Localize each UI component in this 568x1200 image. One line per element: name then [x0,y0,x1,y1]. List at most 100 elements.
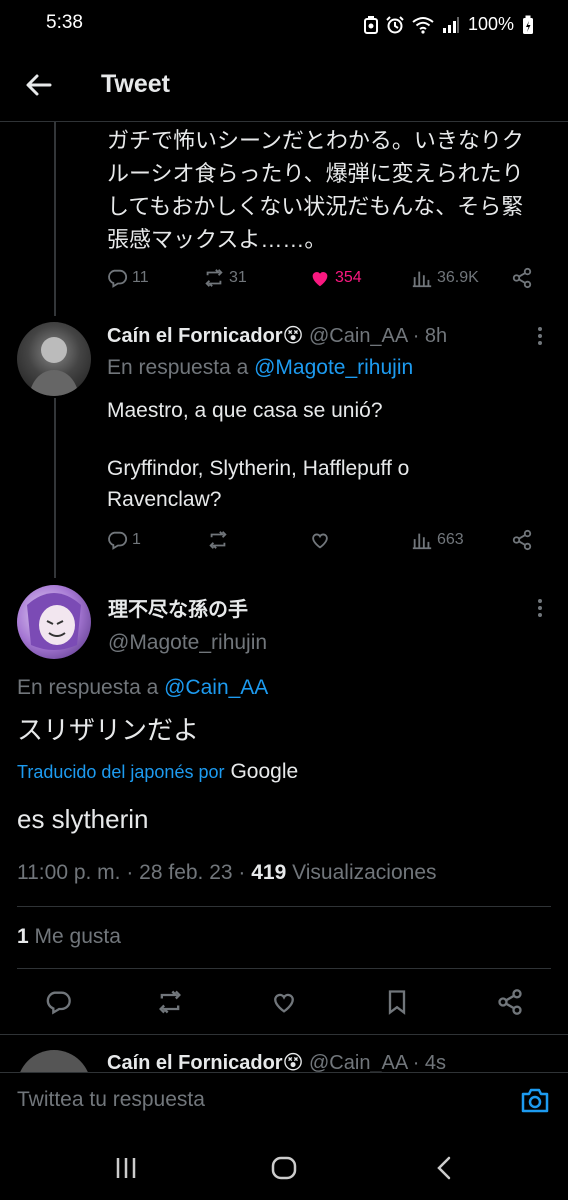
likes-summary[interactable]: 1 Me gusta [17,925,121,949]
share-icon [512,529,532,551]
back-button[interactable] [24,70,54,100]
views-button[interactable]: 663 [411,529,464,551]
reply-count: 1 [132,531,141,548]
status-bar: 5:38 100% [0,0,568,46]
battery-percent: 100% [468,14,515,34]
recents-button[interactable] [114,1156,138,1180]
share-button[interactable] [511,529,533,551]
prev-tweet-line: ガチで怖いシーンだとわかる。いきなりク [107,128,524,153]
in-reply-prefix: En respuesta a [107,356,249,379]
prev-tweet-text: ガチで怖いシーンだとわかる。いきなりク ルーシオ食らったり、爆弾に変えられたり … [107,124,557,256]
reply-bar: Twittea tu respuesta [0,1078,568,1124]
translation-credit[interactable]: Traducido del japonés por Google [17,760,298,784]
camera-button[interactable] [520,1086,550,1114]
tweet-text: Ravenclaw? [107,488,222,511]
reply-icon [108,531,128,550]
heart-outline-icon [312,533,328,549]
prev-tweet-line: してもおかしくない状況だもんな、そら緊 [107,194,524,219]
bar-chart-icon [412,533,432,550]
home-button[interactable] [271,1155,297,1181]
author-name[interactable]: Caín el Fornicador😵 [107,325,303,347]
header-divider [0,121,568,122]
more-options-button[interactable] [537,596,543,620]
signal-icon [443,16,459,33]
translation-label: Traducido del japonés por [17,762,225,782]
avatar [17,1050,91,1072]
retweet-count: 31 [229,269,247,286]
tweet-time: · 8h [412,325,448,347]
tweet-author-row: Caín el Fornicador😵 @Cain_AA · 4s [107,1050,446,1072]
camera-icon [521,1088,549,1113]
avatar[interactable] [17,322,91,396]
share-button[interactable] [496,988,524,1016]
likes-label: Me gusta [28,925,121,948]
retweet-button[interactable] [156,988,184,1016]
tweet-text: スリザリンだよ [17,715,200,745]
in-reply-prefix: En respuesta a [17,676,159,699]
avatar[interactable] [17,585,91,659]
avatar-figure-icon [29,337,79,396]
like-button[interactable] [309,529,331,551]
in-reply-handle-link[interactable]: @Cain_AA [164,676,268,699]
translated-text: es slytherin [17,804,149,834]
author-name: Caín el Fornicador😵 [107,1052,304,1072]
next-tweet-peek[interactable]: Caín el Fornicador😵 @Cain_AA · 4s [0,1036,568,1072]
retweet-button[interactable]: 31 [203,267,247,289]
reply-icon [46,991,71,1015]
back-nav-button[interactable] [434,1155,454,1181]
views-count: 663 [437,531,464,548]
heart-outline-icon [274,993,294,1013]
tweet-author-row: Caín el Fornicador😵 @Cain_AA · 8h [107,323,447,348]
divider [17,968,551,969]
divider [0,1034,568,1035]
bar-chart-icon [412,271,432,288]
author-handle[interactable]: @Magote_rihujin [108,631,267,655]
reply-input[interactable]: Twittea tu respuesta [17,1088,205,1112]
likes-count: 1 [17,925,29,948]
views-count: 36.9K [437,269,479,286]
reply-button[interactable]: 11 [106,267,149,289]
bookmark-button[interactable] [383,988,411,1016]
share-icon [512,267,532,289]
prev-tweet-line: ルーシオ食らったり、爆弾に変えられたり [107,161,524,186]
share-icon [498,989,522,1015]
author-name[interactable]: 理不尽な孫の手 [108,593,248,622]
battery-saver-icon [364,15,378,34]
chevron-left-icon [437,1156,451,1180]
retweet-icon [209,531,227,549]
page-title: Tweet [101,70,170,98]
arrow-left-icon [26,74,52,96]
tweet-meta: 11:00 p. m. · 28 feb. 23 · 419 Visualiza… [17,861,437,885]
like-button[interactable] [270,988,298,1016]
reply-icon [108,269,128,288]
avatar-character-icon [27,593,81,650]
like-count: 354 [335,269,362,286]
in-reply-handle-link[interactable]: @Magote_rihujin [254,356,413,379]
reply-button[interactable]: 1 [106,529,141,551]
views-count[interactable]: 419 [251,861,286,884]
like-button[interactable]: 354 [309,267,362,289]
tweet-text: Maestro, a que casa se unió? [107,399,383,422]
share-button[interactable] [511,267,533,289]
more-options-button[interactable] [537,324,543,348]
status-time: 5:38 [46,12,83,33]
tweet-timestamp: 11:00 p. m. · 28 feb. 23 · [17,861,252,884]
author-handle[interactable]: @Cain_AA [309,325,407,347]
thread-line [54,122,56,316]
heart-filled-icon [312,272,328,287]
in-reply-to: En respuesta a @Magote_rihujin [107,356,413,380]
views-button[interactable]: 36.9K [411,267,479,289]
reply-count: 11 [132,269,149,286]
retweet-button[interactable] [207,529,229,551]
status-icons: 100% [364,14,534,35]
divider [17,906,551,907]
author-handle: @Cain_AA · 4s [309,1052,447,1072]
thread-line [54,398,56,578]
google-logo: Google [230,760,299,783]
prev-tweet-line: 張感マックスよ……。 [107,227,327,252]
system-nav-bar [0,1140,568,1200]
views-label[interactable]: Visualizaciones [286,861,436,884]
recents-icon [116,1158,136,1178]
battery-charging-icon [523,15,534,34]
reply-button[interactable] [44,988,72,1016]
